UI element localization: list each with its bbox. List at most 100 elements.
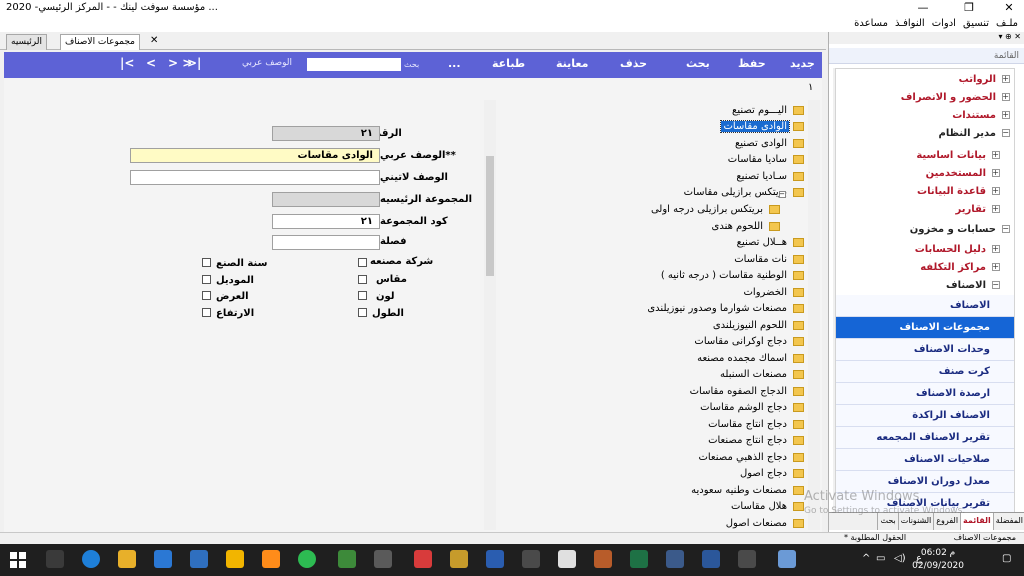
tray-chevron-icon[interactable]: ^ — [862, 553, 870, 564]
tree-item[interactable]: الوادى تصنيع — [733, 135, 804, 151]
restore-button[interactable]: ❐ — [954, 0, 984, 16]
menu-file[interactable]: ملـف — [996, 16, 1018, 32]
app-icon-10[interactable] — [594, 550, 612, 568]
size-checkbox[interactable] — [358, 275, 367, 284]
tree-item-selected[interactable]: الوادى مقاسات — [720, 118, 804, 134]
main-group-field[interactable] — [272, 192, 380, 207]
expand-icon[interactable]: + — [1002, 93, 1010, 101]
network-icon[interactable]: ▭ — [876, 553, 885, 564]
height-checkbox[interactable] — [202, 308, 211, 317]
excel-icon[interactable] — [630, 550, 648, 568]
tree-item[interactable]: ساديا مقاسات — [726, 151, 804, 167]
tree-item[interactable]: اللحوم النيوزيلندى — [711, 317, 804, 333]
tree-scrollbar[interactable] — [484, 100, 496, 530]
panel-leaf-item-units[interactable]: وحدات الاصناف — [836, 339, 1014, 361]
panel-leaf-item-groups[interactable]: مجموعات الاصناف — [836, 317, 1014, 339]
panel-item-cost-centers[interactable]: + مراكز التكلفه — [836, 259, 1014, 277]
close-tab-icon[interactable]: ✕ — [150, 35, 158, 46]
scroll-thumb[interactable] — [486, 156, 494, 276]
save-button[interactable]: حفظ — [738, 57, 766, 70]
collapse-icon[interactable]: − — [779, 191, 786, 198]
search-input[interactable] — [307, 58, 401, 71]
tree-item[interactable]: هــلال تصنيع — [735, 234, 804, 250]
number-field[interactable]: ٢١ — [272, 126, 380, 141]
delete-button[interactable]: حذف — [620, 57, 647, 70]
panel-item-chart-of-accounts[interactable]: + دليل الحسابات — [836, 241, 1014, 259]
panel-leaf-stagnant-items[interactable]: الاصناف الراكدة — [836, 405, 1014, 427]
panel-item-salaries[interactable]: + الرواتب — [836, 71, 1014, 89]
clock[interactable]: 06:02 م 02/09/2020 — [912, 547, 964, 573]
desc-en-field[interactable] — [130, 170, 380, 185]
nav-next-button[interactable]: > > — [168, 56, 192, 70]
manufacturer-checkbox[interactable] — [358, 258, 367, 267]
chrome-icon[interactable] — [298, 550, 316, 568]
collapse-icon[interactable]: − — [992, 281, 1000, 289]
tree-item[interactable]: بريتكس برازيلى درجه اولى — [649, 201, 780, 217]
tree-item[interactable]: مصنعات شوارما وصدور نيوزيلندى — [645, 300, 804, 316]
app-icon-4[interactable] — [374, 550, 392, 568]
app-icon-3[interactable] — [338, 550, 356, 568]
app-icon-11[interactable] — [666, 550, 684, 568]
panel-item-items[interactable]: −الاصناف — [836, 277, 1014, 295]
panel-item-database[interactable]: + قاعدة البيانات — [836, 183, 1014, 201]
tree-scrollbar-right[interactable] — [808, 100, 820, 530]
year-checkbox[interactable] — [202, 258, 211, 267]
app-icon-1[interactable] — [226, 550, 244, 568]
edge-icon[interactable] — [82, 550, 100, 568]
menu-help[interactable]: مساعدة — [854, 16, 888, 32]
desc-ar-field[interactable]: الوادى مقاسات — [130, 148, 380, 163]
tree-item[interactable]: دجاج انتاج مصنعات — [706, 432, 804, 448]
panel-leaf-item-card[interactable]: كرت صنف — [836, 361, 1014, 383]
tree-item[interactable]: دجاج انتاج مقاسات — [706, 416, 804, 432]
app-icon-13[interactable] — [778, 550, 796, 568]
windows-start-icon[interactable] — [10, 552, 26, 568]
task-view-icon[interactable] — [46, 550, 64, 568]
app-icon-5[interactable] — [414, 550, 432, 568]
panel-item-accounts-inventory[interactable]: −حسابات و مخزون — [836, 221, 1014, 239]
minimize-button[interactable]: — — [908, 0, 938, 16]
tab-main[interactable]: الرئيسيه — [6, 34, 47, 50]
tree-item[interactable]: دجاج الذهبي مصنعات — [696, 449, 804, 465]
nav-last-button[interactable]: |< — [120, 56, 134, 70]
tree-item[interactable]: دجاج اوكرانى مقاسات — [692, 333, 804, 349]
close-button[interactable]: ✕ — [994, 0, 1024, 16]
expand-icon[interactable]: + — [1002, 111, 1010, 119]
tree-item[interactable]: الوطنية مقاسات ( درجه ثانيه ) — [659, 267, 804, 283]
app-icon-8[interactable] — [522, 550, 540, 568]
panel-item-basic-data[interactable]: + بيانات اساسية — [836, 147, 1014, 165]
tree-item[interactable]: اليـــوم تصنيع — [730, 102, 804, 118]
tree-item[interactable]: دجاج الوشم مقاسات — [698, 399, 804, 415]
tab-item-groups[interactable]: مجموعات الاصناف — [60, 34, 140, 50]
app-icon-2[interactable] — [262, 550, 280, 568]
panel-item-attendance[interactable]: + الحضور و الانصراف — [836, 89, 1014, 107]
panel-item-users[interactable]: + المستخدمين — [836, 165, 1014, 183]
word-icon[interactable] — [702, 550, 720, 568]
tree-item[interactable]: سـاديا تصنيع — [734, 168, 804, 184]
app-icon-6[interactable] — [450, 550, 468, 568]
print-button[interactable]: طباعة — [492, 57, 525, 70]
new-button[interactable]: جديد — [790, 57, 815, 70]
app-icon-12[interactable] — [738, 550, 756, 568]
color-checkbox[interactable] — [358, 291, 367, 300]
notification-icon[interactable]: ▢ — [1002, 553, 1011, 564]
tab-favorites[interactable]: المفضلة — [992, 513, 1024, 530]
tree-item[interactable]: اسماك مجمده مصنعه — [695, 350, 804, 366]
width-checkbox[interactable] — [202, 291, 211, 300]
expand-icon[interactable]: + — [992, 205, 1000, 213]
panel-leaf-item-balances[interactable]: ارصدة الاصناف — [836, 383, 1014, 405]
tree-item[interactable]: نات مقاسات — [732, 251, 804, 267]
file-explorer-icon[interactable] — [118, 550, 136, 568]
tree-item[interactable]: الخضروات — [742, 284, 804, 300]
menu-format[interactable]: تنسيق — [963, 16, 989, 32]
collapse-icon[interactable]: − — [1002, 225, 1010, 233]
more-button[interactable]: ... — [448, 57, 461, 70]
menu-windows[interactable]: النوافـذ — [895, 16, 925, 32]
nav-prev-button[interactable]: < — [146, 56, 156, 70]
tree-item[interactable]: الدجاج الصفوه مقاسات — [688, 383, 804, 399]
volume-icon[interactable]: ◁) — [894, 553, 906, 564]
mail-icon[interactable] — [190, 550, 208, 568]
collapse-icon[interactable]: − — [1002, 129, 1010, 137]
expand-icon[interactable]: + — [992, 245, 1000, 253]
model-checkbox[interactable] — [202, 275, 211, 284]
expand-icon[interactable]: + — [992, 263, 1000, 271]
